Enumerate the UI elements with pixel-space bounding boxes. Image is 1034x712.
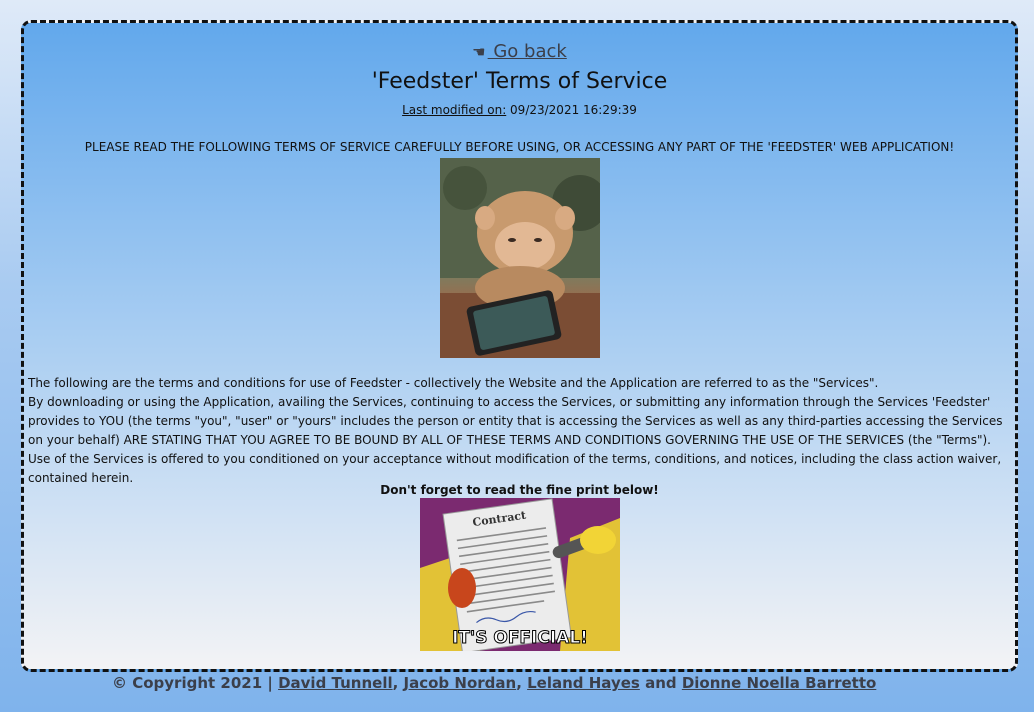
separator: and — [639, 674, 682, 692]
warning-notice: PLEASE READ THE FOLLOWING TERMS OF SERVI… — [84, 140, 955, 154]
last-modified: Last modified on: 09/23/2021 16:29:39 — [24, 103, 1015, 117]
last-modified-value: 09/23/2021 16:29:39 — [506, 103, 637, 117]
terms-text: The following are the terms and conditio… — [28, 374, 1009, 488]
author-link-2[interactable]: Jacob Nordan — [404, 674, 517, 692]
author-link-3[interactable]: Leland Hayes — [527, 674, 640, 692]
terms-intro: The following are the terms and conditio… — [28, 376, 879, 390]
terms-paragraph: By downloading or using the Application,… — [28, 395, 1003, 485]
author-link-1[interactable]: David Tunnell — [278, 674, 393, 692]
fine-print-note: Don't forget to read the fine print belo… — [380, 483, 659, 497]
page-title: 'Feedster' Terms of Service — [371, 69, 668, 94]
go-back-label: Go back — [487, 41, 567, 62]
go-back-row: ☛ Go back — [24, 41, 1015, 62]
monkey-illustration — [440, 158, 600, 358]
pointing-hand-icon: ☛ — [472, 43, 486, 61]
terms-card: ☛ Go back 'Feedster' Terms of Service La… — [21, 20, 1018, 672]
copyright-text: © Copyright 2021 | — [112, 674, 279, 692]
go-back-link[interactable]: ☛ Go back — [472, 41, 567, 62]
separator: , — [392, 674, 404, 692]
monkey-phone-image — [440, 158, 600, 358]
footer: © Copyright 2021 | David Tunnell, Jacob … — [112, 674, 876, 692]
contract-image: Contract IT'S OFFICIAL! — [420, 498, 620, 651]
contract-caption: IT'S OFFICIAL! — [452, 628, 588, 648]
separator: , — [516, 674, 528, 692]
last-modified-label: Last modified on: — [402, 103, 507, 117]
author-link-4[interactable]: Dionne Noella Barretto — [682, 674, 876, 692]
contract-illustration: Contract IT'S OFFICIAL! — [420, 498, 620, 651]
